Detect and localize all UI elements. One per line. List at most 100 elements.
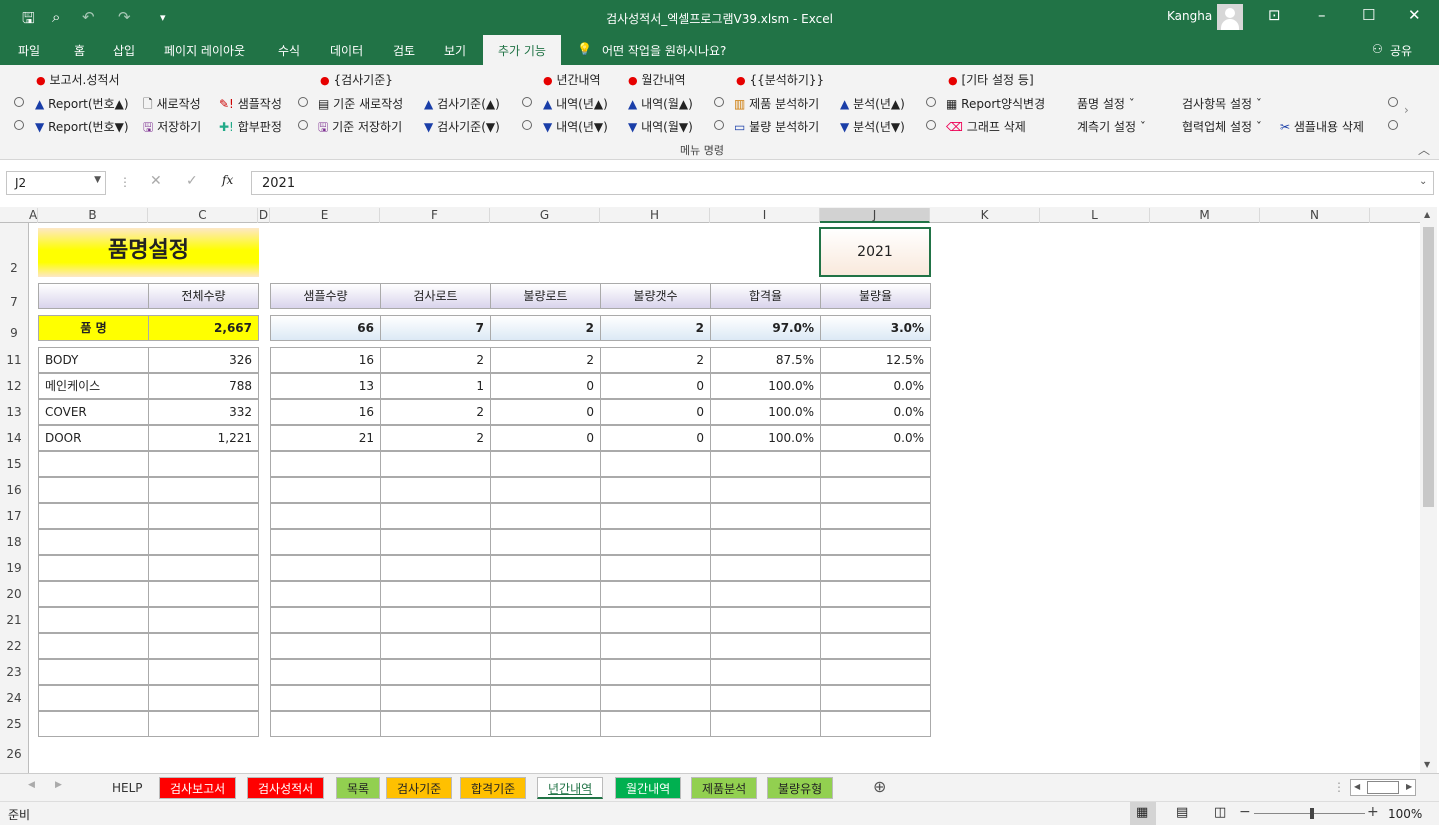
item-value-cell[interactable] [490,607,601,633]
row-header[interactable]: 9 [0,326,28,340]
add-sheet-icon[interactable]: ⊕ [873,777,886,796]
item-value-cell[interactable] [710,477,821,503]
new-write-button[interactable]: 🗋 새로작성 [143,95,201,116]
item-value-cell[interactable] [490,633,601,659]
item-name-cell[interactable] [38,451,149,477]
item-value-cell[interactable] [600,529,711,555]
item-value-cell[interactable]: 2 [380,347,491,373]
graph-delete-button[interactable]: ⌫ 그래프 삭제 [946,118,1026,135]
item-total-cell[interactable] [148,477,259,503]
sheet-tab[interactable]: 월간내역 [615,777,682,799]
item-value-cell[interactable] [600,633,711,659]
item-value-cell[interactable] [600,659,711,685]
inspection-standard-up-button[interactable]: ▲ 검사기준(▲) [424,95,500,112]
tab-view[interactable]: 보기 [444,42,466,59]
item-value-cell[interactable] [710,633,821,659]
sample-delete-button[interactable]: ✂ 샘플내용 삭제 [1280,118,1364,135]
item-value-cell[interactable] [710,685,821,711]
item-value-cell[interactable] [490,555,601,581]
yearly-up-button[interactable]: ▲ 내역(년▲) [543,95,608,112]
row-header[interactable]: 7 [0,295,28,309]
item-name-cell[interactable] [38,607,149,633]
normal-view-button[interactable]: ▦ [1130,802,1156,825]
item-value-cell[interactable]: 100.0% [710,399,821,425]
radio-button[interactable] [926,118,936,132]
item-value-cell[interactable] [710,581,821,607]
item-name-cell[interactable] [38,659,149,685]
monthly-up-button[interactable]: ▲ 내역(월▲) [628,95,693,112]
item-value-cell[interactable] [380,529,491,555]
vendor-setting-dropdown[interactable]: 협력업체 설정 ˇ [1182,118,1262,135]
row-header[interactable]: 22 [0,639,28,653]
col-header-g[interactable]: G [490,208,600,223]
item-name-cell[interactable] [38,633,149,659]
item-total-cell[interactable] [148,633,259,659]
row-header[interactable]: 18 [0,535,28,549]
item-value-cell[interactable] [270,711,381,737]
row-header[interactable]: 12 [0,379,28,393]
item-name-cell[interactable]: BODY [38,347,149,373]
summary-value[interactable]: 7 [380,315,491,341]
tab-data[interactable]: 데이터 [330,42,363,59]
radio-button[interactable] [298,118,308,132]
scroll-thumb[interactable] [1423,227,1434,507]
item-name-cell[interactable] [38,685,149,711]
item-value-cell[interactable]: 13 [270,373,381,399]
item-total-cell[interactable] [148,685,259,711]
item-value-cell[interactable] [380,581,491,607]
item-name-cell[interactable] [38,477,149,503]
radio-button[interactable] [522,118,532,132]
tab-home[interactable]: 홈 [74,42,85,59]
avatar[interactable] [1217,4,1243,30]
item-value-cell[interactable] [270,607,381,633]
item-value-cell[interactable]: 2 [380,425,491,451]
item-value-cell[interactable]: 2 [490,347,601,373]
tell-me-input[interactable]: 어떤 작업을 원하시나요? [602,42,726,59]
item-name-cell[interactable] [38,555,149,581]
zoom-level[interactable]: 100% [1388,807,1422,821]
save-button[interactable]: 🖫 저장하기 [143,118,201,139]
item-value-cell[interactable]: 0 [490,399,601,425]
item-value-cell[interactable]: 2 [380,399,491,425]
close-icon[interactable]: ✕ [1408,6,1421,24]
sheet-tab[interactable]: 검사보고서 [159,777,237,799]
item-value-cell[interactable] [600,555,711,581]
item-value-cell[interactable]: 1 [380,373,491,399]
radio-button[interactable] [926,95,936,109]
scroll-left-icon[interactable]: ◀ [1354,782,1360,791]
item-value-cell[interactable]: 0.0% [820,373,931,399]
item-value-cell[interactable] [380,659,491,685]
item-value-cell[interactable] [490,529,601,555]
item-value-cell[interactable] [820,581,931,607]
item-value-cell[interactable] [820,451,931,477]
item-total-cell[interactable] [148,529,259,555]
tab-insert[interactable]: 삽입 [113,42,135,59]
item-value-cell[interactable] [710,555,821,581]
item-value-cell[interactable] [710,711,821,737]
item-value-cell[interactable] [490,503,601,529]
item-value-cell[interactable] [820,711,931,737]
radio-button[interactable] [1388,95,1398,109]
item-value-cell[interactable]: 0 [600,425,711,451]
col-header-i[interactable]: I [710,208,820,223]
item-value-cell[interactable] [380,633,491,659]
item-name-cell[interactable]: 메인케이스 [38,373,149,399]
item-value-cell[interactable]: 0 [490,373,601,399]
item-value-cell[interactable] [820,685,931,711]
item-total-cell[interactable]: 326 [148,347,259,373]
zoom-out-icon[interactable]: − [1239,804,1251,820]
item-total-cell[interactable] [148,607,259,633]
row-header[interactable]: 11 [0,353,28,367]
row-header[interactable]: 20 [0,587,28,601]
summary-value[interactable]: 97.0% [710,315,821,341]
summary-value[interactable]: 2 [600,315,711,341]
item-total-cell[interactable] [148,581,259,607]
user-name[interactable]: Kangha [1167,9,1212,23]
item-value-cell[interactable]: 21 [270,425,381,451]
next-sheet-icon[interactable]: ▶ [55,780,62,790]
sample-write-button[interactable]: ✎! 샘플작성 [219,95,282,112]
cancel-icon[interactable]: ✕ [150,173,162,189]
report-form-change-button[interactable]: ▦ Report양식변경 [946,95,1045,112]
radio-button[interactable] [298,95,308,109]
summary-value[interactable]: 66 [270,315,381,341]
